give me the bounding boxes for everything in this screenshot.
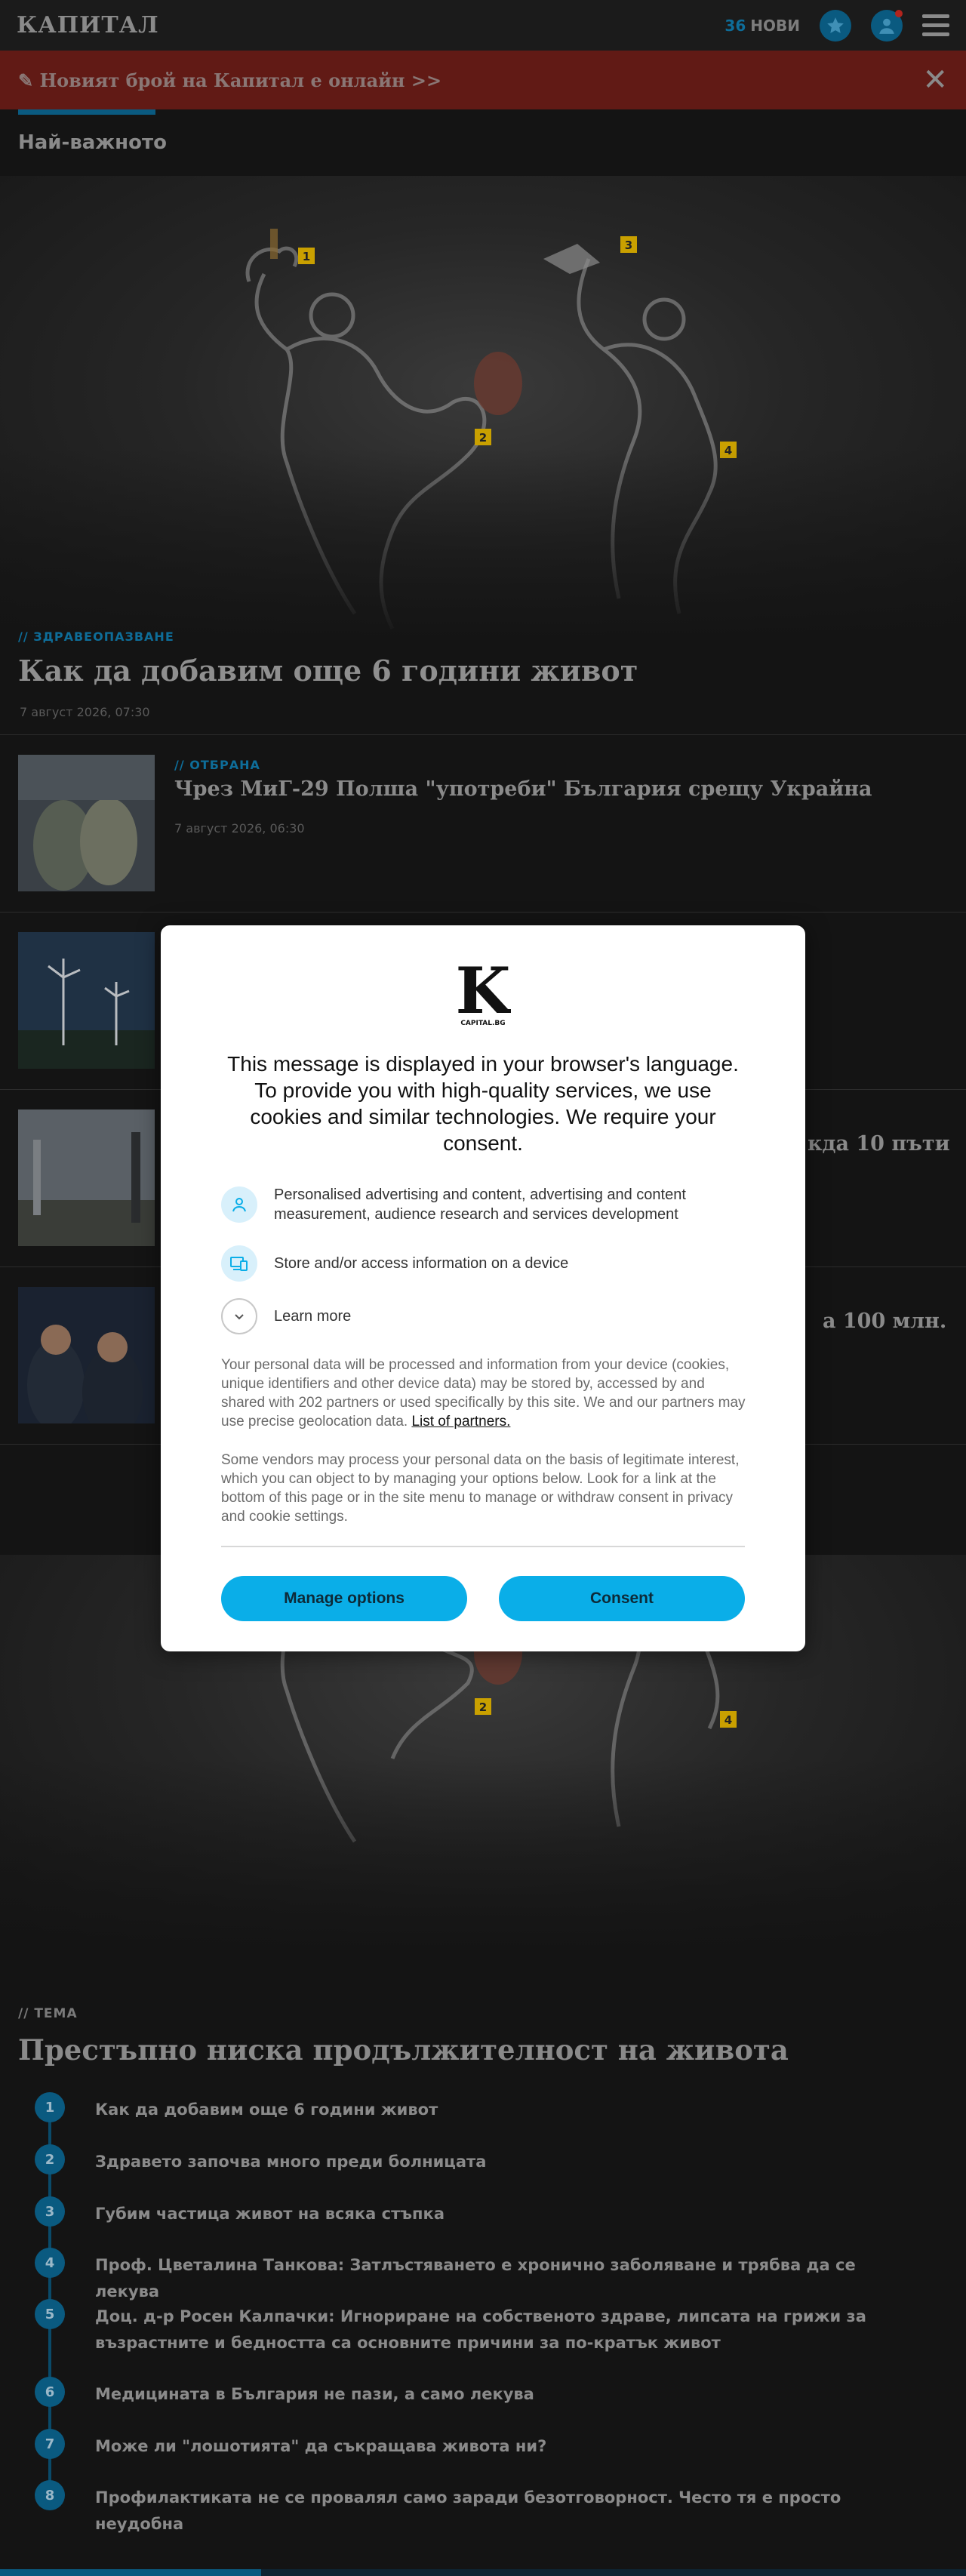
cookie-consent-dialog: K CAPITAL.BG This message is displayed i… [161,925,805,1651]
hero-fade [0,448,966,644]
timeline-number: 3 [35,2196,65,2227]
user-icon [879,18,894,34]
capital-logo: K CAPITAL.BG [455,960,511,1028]
learn-more-toggle[interactable]: Learn more [221,1298,749,1334]
svg-text:CAPITAL.BG: CAPITAL.BG [460,1020,505,1027]
manage-options-button[interactable]: Manage options [221,1576,467,1621]
new-issue-banner[interactable]: ✎ Новият брой на Капитал е онлайн >> ✕ [0,51,966,109]
svg-text:1: 1 [303,250,310,263]
hero-category[interactable]: // ЗДРАВЕОПАЗВАНЕ [18,629,174,644]
person-icon [221,1186,257,1223]
consent-button[interactable]: Consent [499,1576,745,1621]
timeline-number: 6 [35,2377,65,2407]
list-of-partners-link[interactable]: List of partners. [411,1414,510,1430]
banner-text[interactable]: ✎ Новият брой на Капитал е онлайн >> [18,69,441,91]
purpose-device-storage: Store and/or access information on a dev… [221,1245,749,1282]
timeline-number: 2 [35,2144,65,2174]
topic-label: // ТЕМА [18,2006,78,2021]
article-item[interactable]: // ОТБРАНА Чрез МиГ-29 Полша "употреби" … [0,735,966,913]
svg-text:4: 4 [724,1713,732,1727]
new-count-label: НОВИ [750,16,800,35]
top-bar: КАПИТАЛ 36 НОВИ [0,0,966,51]
article-category[interactable]: // ОТБРАНА [174,758,260,772]
topic-article-link[interactable]: Как да добавим още 6 години живот [95,2097,910,2123]
section-tab-indicator [18,109,155,115]
topic-title[interactable]: Престъпно ниска продължителност на живот… [18,2033,789,2067]
star-icon [827,17,844,33]
header-actions: 36 НОВИ [724,9,949,42]
topic-article-link[interactable]: Проф. Цветалина Танкова: Затлъстяването … [95,2252,910,2305]
topic-article-link[interactable]: Доц. д-р Росен Калпачки: Игнориране на с… [95,2304,910,2356]
hero-image[interactable]: 1 2 3 4 [0,176,966,644]
learn-more-label[interactable]: Learn more [274,1306,351,1326]
reading-progress-fill [0,2569,261,2576]
topic-article-link[interactable]: Може ли "лошотията" да съкращава живота … [95,2433,910,2460]
article-thumbnail[interactable] [18,1287,155,1423]
timeline-number: 7 [35,2429,65,2459]
favorites-button[interactable] [820,9,851,42]
purpose-text: Personalised advertising and content, ad… [274,1186,686,1223]
purpose-text: Store and/or access information on a dev… [274,1255,569,1272]
topic-article-link[interactable]: Губим частица живот на всяка стъпка [95,2201,910,2227]
consent-heading: This message is displayed in your browse… [227,1052,739,1155]
svg-text:K: K [455,960,511,1028]
article-date: 7 август 2026, 06:30 [174,821,305,836]
topic-article-link[interactable]: Профилактиката не се провалял само зарад… [95,2485,910,2538]
article-title[interactable]: а 100 млн. [823,1310,946,1333]
chevron-down-icon[interactable] [221,1298,257,1334]
new-count-number: 36 [724,16,746,35]
timeline-number: 8 [35,2480,65,2510]
legitimate-interest-notice: Some vendors may process your personal d… [221,1452,740,1525]
timeline-number: 1 [35,2092,65,2122]
purpose-personalised-ads: Personalised advertising and content, ad… [221,1185,749,1224]
notification-dot [895,9,903,17]
topic-article-link[interactable]: Здравето започва много преди болницата [95,2149,910,2175]
svg-text:2: 2 [479,431,487,445]
hero-date: 7 август 2026, 07:30 [20,705,150,719]
article-title[interactable]: кда 10 пъти [808,1132,950,1156]
article-title[interactable]: Чрез МиГ-29 Полша "употреби" България ср… [174,777,872,801]
article-thumbnail[interactable] [18,932,155,1069]
hero-title[interactable]: Как да добавим още 6 години живот [18,654,638,688]
topic-fade [0,1759,966,1955]
svg-text:3: 3 [625,239,632,252]
article-thumbnail[interactable] [18,755,155,891]
hamburger-menu-icon[interactable] [922,14,949,36]
timeline-number: 4 [35,2248,65,2278]
modal-divider [221,1546,745,1547]
devices-icon [221,1245,257,1282]
article-thumbnail[interactable] [18,1109,155,1246]
new-articles-counter[interactable]: 36 НОВИ [724,17,800,35]
consent-data-notice: Your personal data will be processed and… [221,1356,749,1431]
timeline-number: 5 [35,2299,65,2329]
site-logo[interactable]: КАПИТАЛ [17,12,159,38]
reading-progress-bar [0,2569,966,2576]
topic-article-link[interactable]: Медицината в България не пази, а само ле… [95,2381,910,2408]
svg-text:2: 2 [479,1700,487,1714]
close-icon[interactable]: ✕ [922,63,948,97]
section-title: Най-важното [18,131,167,154]
account-button[interactable] [871,9,903,42]
